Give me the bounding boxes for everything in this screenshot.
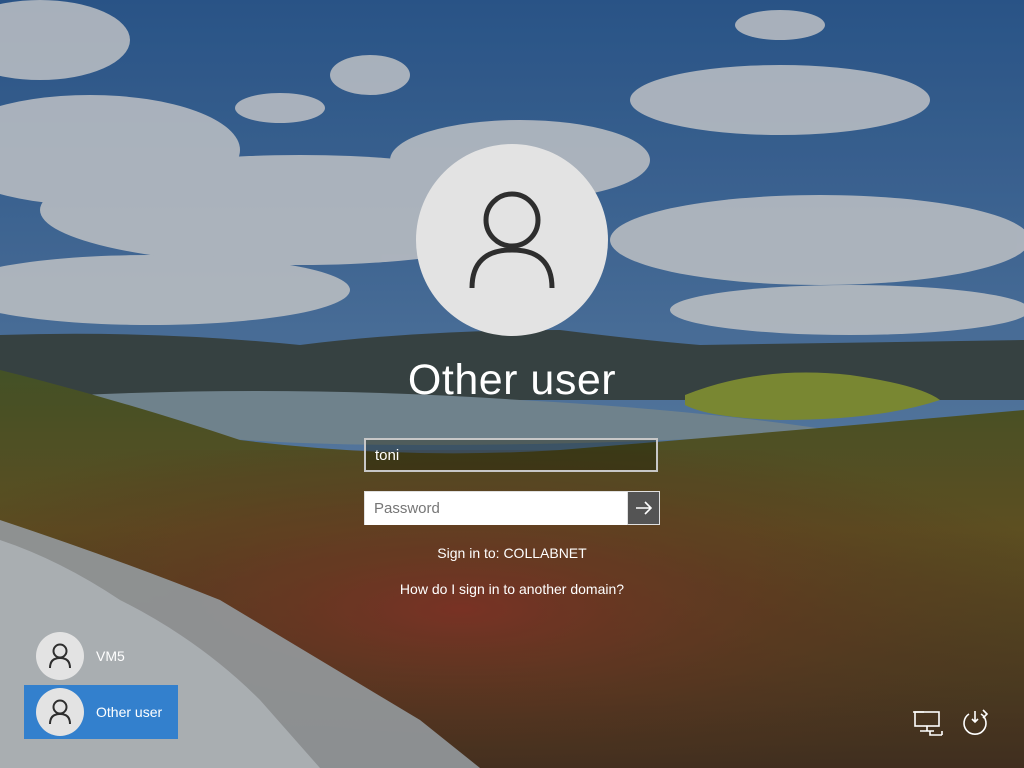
user-silhouette-icon <box>469 191 555 289</box>
power-button[interactable] <box>958 706 992 740</box>
user-tile-label: VM5 <box>96 648 125 664</box>
user-tile-other-user[interactable]: Other user <box>24 685 178 739</box>
user-silhouette-icon <box>49 643 71 669</box>
network-icon <box>913 711 943 736</box>
user-tile-vm5[interactable]: VM5 <box>24 629 178 683</box>
username-field[interactable] <box>364 438 658 472</box>
user-silhouette-icon <box>49 699 71 725</box>
submit-button[interactable] <box>627 491 660 525</box>
user-tile-avatar <box>36 688 84 736</box>
user-avatar <box>416 144 608 336</box>
network-button[interactable] <box>911 706 945 740</box>
power-icon <box>963 709 989 735</box>
password-row <box>364 491 660 525</box>
user-tile-avatar <box>36 632 84 680</box>
sign-in-domain-text: Sign in to: COLLABNET <box>437 545 587 561</box>
other-domain-help-link[interactable]: How do I sign in to another domain? <box>0 581 1024 597</box>
arrow-right-icon <box>635 501 652 515</box>
password-field[interactable] <box>364 491 627 525</box>
user-tile-label: Other user <box>96 704 163 720</box>
account-name-heading: Other user <box>407 356 617 404</box>
